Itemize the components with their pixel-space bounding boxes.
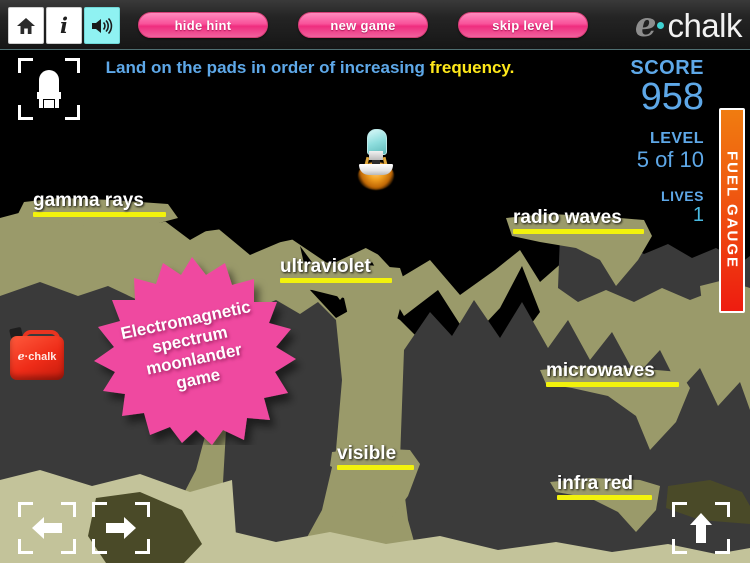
home-icon-glyph (17, 17, 35, 34)
lander-craft (352, 128, 400, 190)
arrow-left-icon (18, 502, 76, 554)
hud-panel: SCORE 958 LEVEL 5 of 10 LIVES 1 (584, 58, 704, 226)
arrow-right-icon (92, 502, 150, 554)
hint-highlight: frequency. (429, 58, 515, 77)
arrow-up-icon (672, 502, 730, 554)
moonlander-game-window: i hide hint new game skip level e chalk (0, 0, 750, 563)
bracket-corner (18, 105, 33, 120)
game-stage[interactable]: Land on the pads in order of increasing … (0, 50, 750, 563)
hint-banner: Land on the pads in order of increasing … (0, 58, 620, 78)
lander-icon-dome (39, 70, 59, 94)
thrust-up-button[interactable] (672, 502, 730, 554)
home-icon[interactable] (8, 7, 44, 44)
pad-bar (513, 229, 644, 234)
lander-icon-leg-right (55, 98, 59, 108)
bracket-corner (65, 105, 80, 120)
bracket-corner (18, 58, 33, 73)
hint-text: Land on the pads in order of increasing (105, 58, 430, 77)
pad-label: visible (337, 443, 397, 464)
new-game-button[interactable]: new game (298, 12, 428, 38)
toolbar: i hide hint new game skip level e chalk (0, 0, 750, 50)
pad-visible[interactable]: visible (337, 443, 414, 470)
lander-icon-foot (44, 100, 54, 108)
score-value: 958 (640, 76, 704, 118)
info-icon-glyph: i (60, 13, 68, 38)
skip-level-button[interactable]: skip level (458, 12, 588, 38)
fuel-can-brand: e·chalk (17, 350, 57, 363)
pad-bar (33, 212, 166, 217)
lives-value: 1 (692, 204, 704, 226)
move-right-button[interactable] (92, 502, 150, 554)
pad-gamma-rays[interactable]: gamma rays (33, 190, 166, 217)
move-left-button[interactable] (18, 502, 76, 554)
pad-microwaves[interactable]: microwaves (546, 360, 679, 387)
pad-bar (546, 382, 679, 387)
level-label: LEVEL (649, 130, 704, 147)
pad-label: microwaves (546, 360, 655, 381)
logo-dot-icon (657, 21, 665, 29)
starburst-shape (94, 257, 296, 445)
hide-hint-button[interactable]: hide hint (138, 12, 268, 38)
info-icon[interactable]: i (46, 7, 82, 44)
pad-infra-red[interactable]: infra red (557, 473, 652, 500)
ship-indicator (18, 58, 80, 120)
lander-icon-leg-left (39, 98, 43, 108)
level-value: 5 of 10 (636, 147, 704, 172)
lives-label: LIVES (661, 188, 704, 204)
pad-bar (557, 495, 652, 500)
bracket-corner (65, 58, 80, 73)
lander-icon (35, 70, 63, 108)
fuel-can-brand-rest: chalk (28, 351, 57, 363)
pad-label: gamma rays (33, 190, 144, 211)
sound-icon-glyph (92, 17, 113, 34)
sound-icon[interactable] (84, 7, 120, 44)
pad-label: infra red (557, 473, 634, 494)
pad-bar (337, 465, 414, 470)
fuel-gauge-label: FUEL GAUGE (723, 151, 741, 270)
fuel-gauge: FUEL GAUGE (719, 108, 745, 313)
game-title-badge: Electromagnetic spectrum moonlander game (78, 255, 306, 445)
logo-e-letter: e (634, 5, 657, 45)
lander-base (359, 164, 393, 175)
fuel-can-brand-e: e (17, 350, 25, 363)
echalk-logo: e chalk (634, 4, 743, 46)
fuel-can-pickup[interactable]: e·chalk (8, 326, 66, 380)
logo-chalk-word: chalk (667, 6, 742, 44)
lander-body (369, 151, 383, 160)
